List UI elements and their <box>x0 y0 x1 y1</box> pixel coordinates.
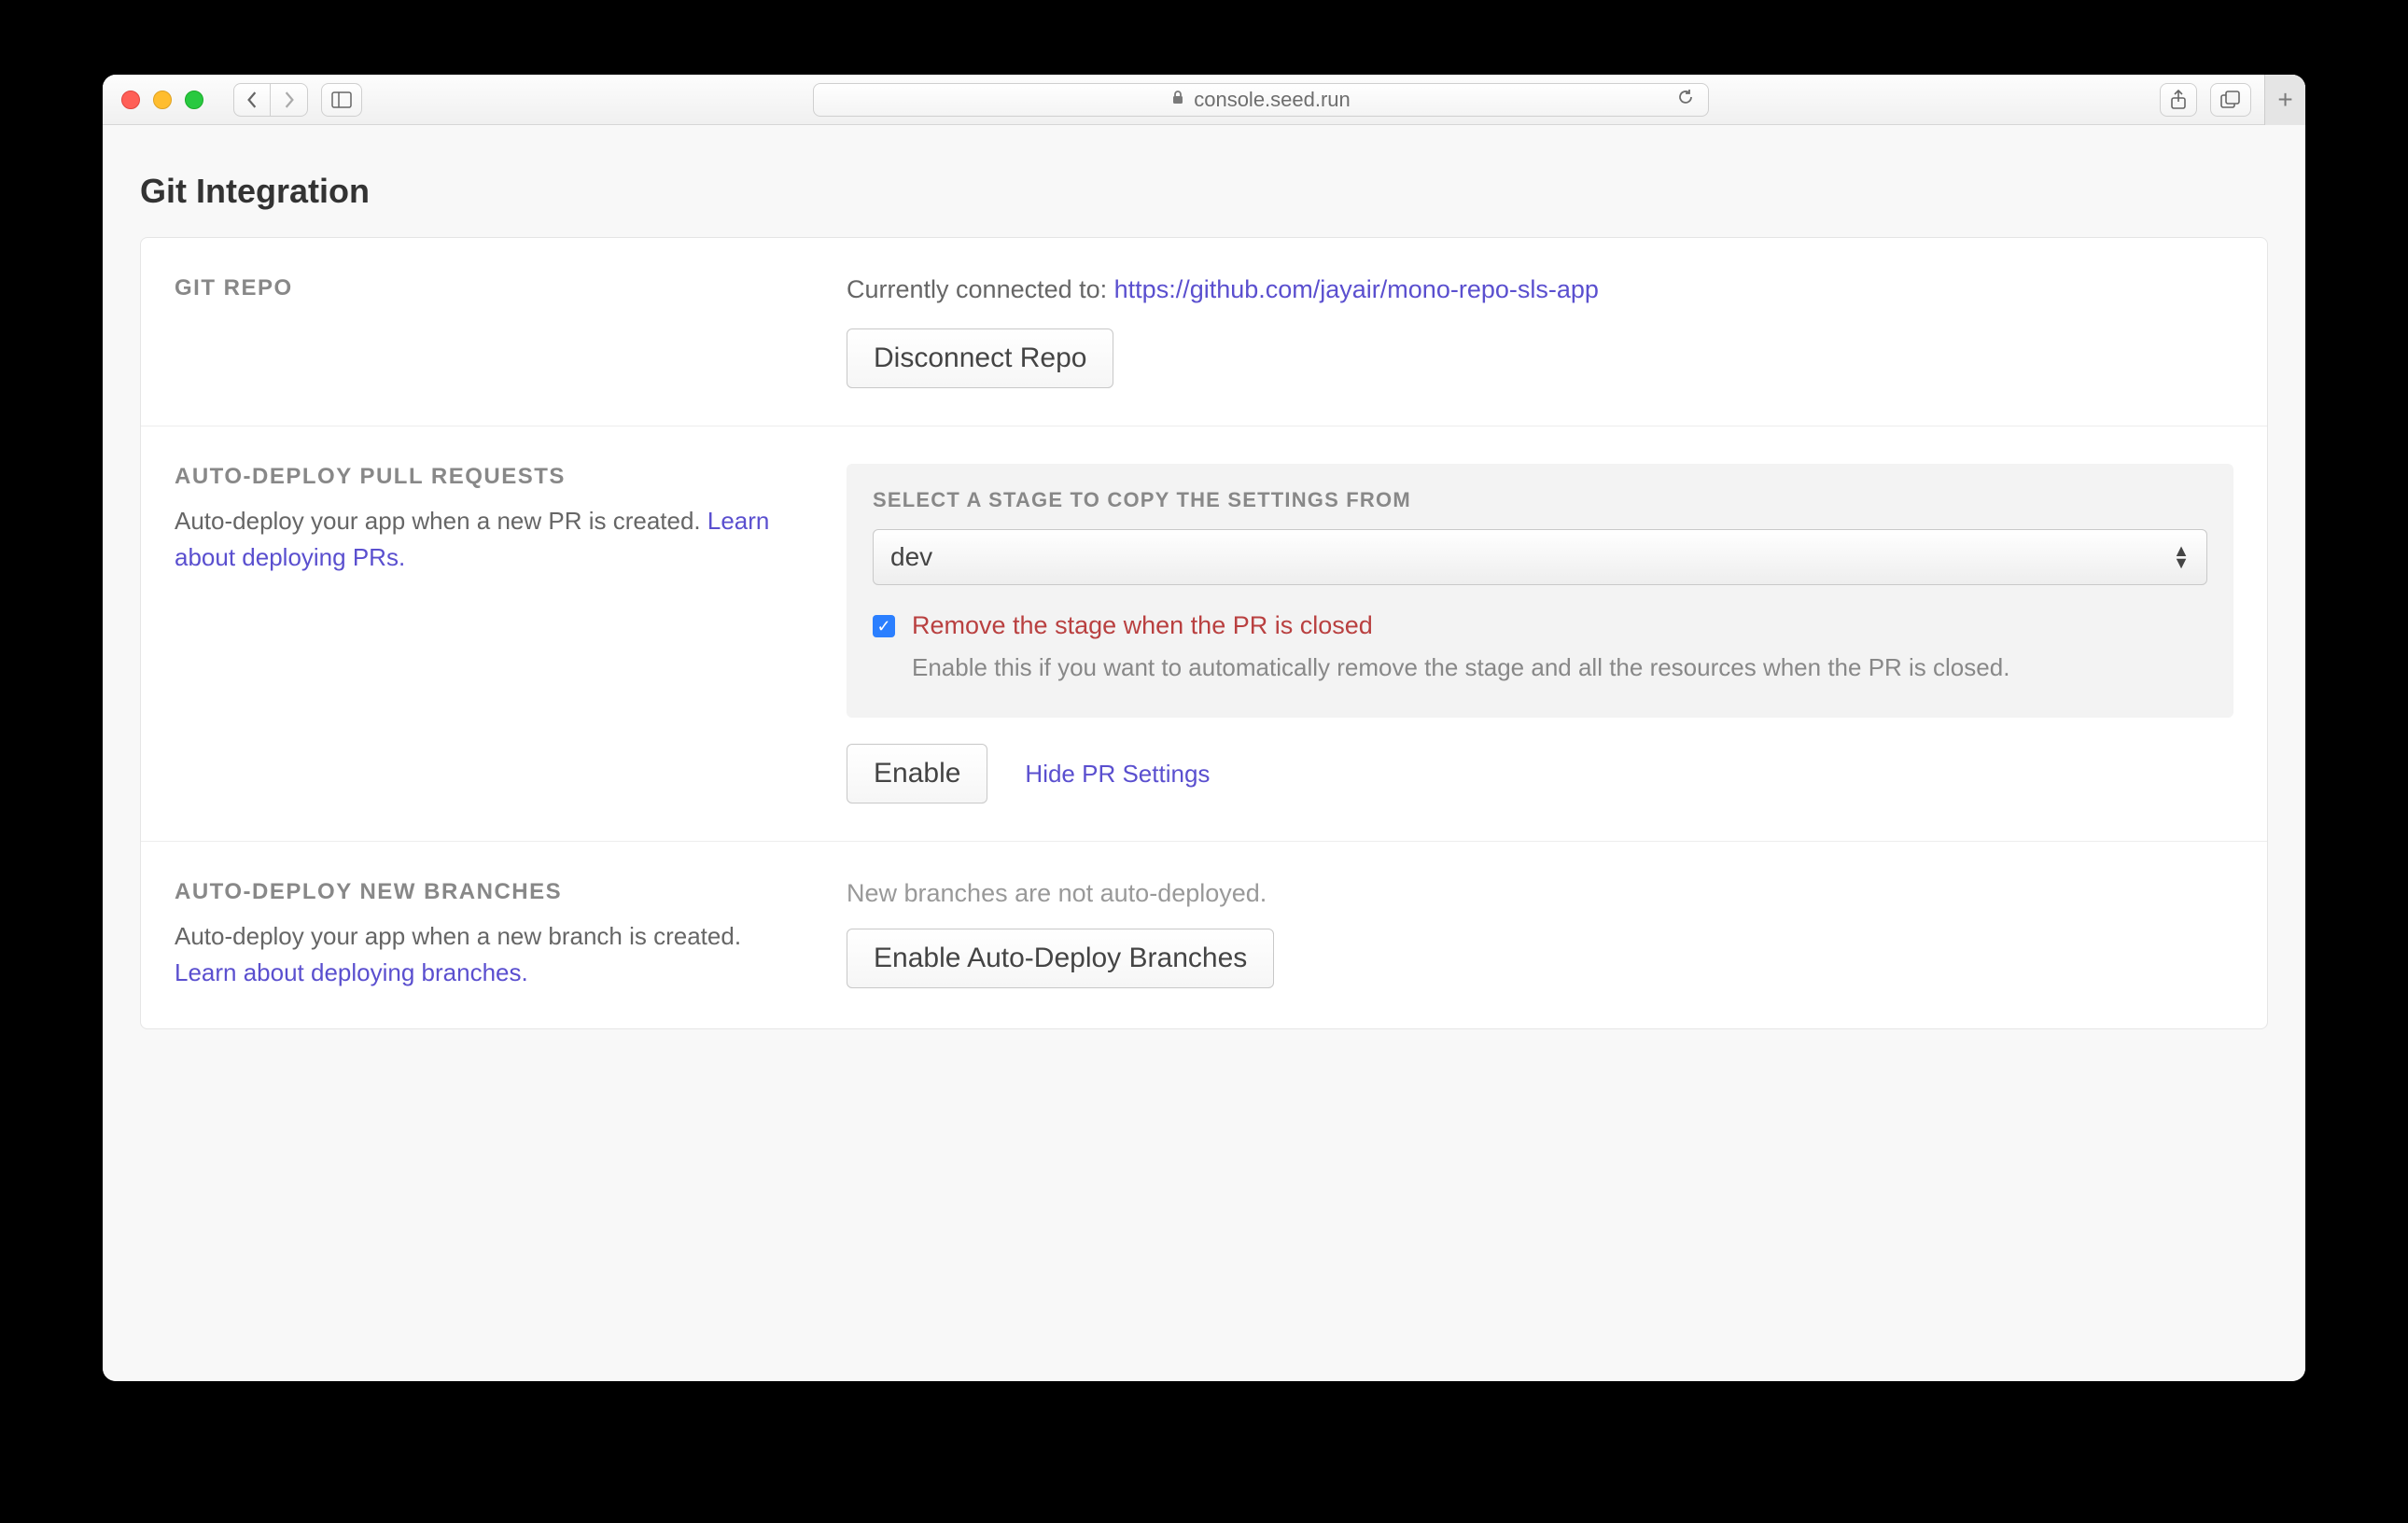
git-repo-label: GIT REPO <box>175 275 809 301</box>
remove-stage-checkbox[interactable]: ✓ <box>873 615 895 637</box>
branches-description: Auto-deploy your app when a new branch i… <box>175 918 809 991</box>
url-text: console.seed.run <box>1194 88 1351 112</box>
pr-label: AUTO-DEPLOY PULL REQUESTS <box>175 464 809 490</box>
remove-stage-title: Remove the stage when the PR is closed <box>912 611 2009 640</box>
minimize-icon[interactable] <box>153 91 172 109</box>
connected-text: Currently connected to: https://github.c… <box>847 275 2233 304</box>
branches-label: AUTO-DEPLOY NEW BRANCHES <box>175 879 809 905</box>
stage-select[interactable]: dev ▲▼ <box>873 529 2207 585</box>
settings-panel: GIT REPO Currently connected to: https:/… <box>140 237 2268 1029</box>
learn-branches-link[interactable]: Learn about deploying branches. <box>175 958 528 986</box>
branches-status: New branches are not auto-deployed. <box>847 879 2233 908</box>
maximize-icon[interactable] <box>185 91 203 109</box>
sidebar-toggle-button[interactable] <box>321 83 362 117</box>
forward-button[interactable] <box>271 83 308 117</box>
repo-link[interactable]: https://github.com/jayair/mono-repo-sls-… <box>1114 275 1599 303</box>
toolbar-right <box>2160 83 2251 117</box>
titlebar: console.seed.run + <box>103 75 2305 125</box>
remove-stage-desc: Enable this if you want to automatically… <box>912 650 2009 686</box>
tabs-button[interactable] <box>2210 83 2251 117</box>
share-button[interactable] <box>2160 83 2197 117</box>
nav-buttons <box>233 83 308 117</box>
remove-stage-checkbox-row: ✓ Remove the stage when the PR is closed… <box>873 611 2207 686</box>
enable-branches-button[interactable]: Enable Auto-Deploy Branches <box>847 929 1274 988</box>
git-repo-section: GIT REPO Currently connected to: https:/… <box>141 238 2267 426</box>
page-title: Git Integration <box>140 172 2268 211</box>
url-bar[interactable]: console.seed.run <box>813 83 1709 117</box>
back-button[interactable] <box>233 83 271 117</box>
hide-pr-settings-link[interactable]: Hide PR Settings <box>1025 760 1210 789</box>
pr-description: Auto-deploy your app when a new PR is cr… <box>175 503 809 576</box>
chevron-up-down-icon: ▲▼ <box>2173 545 2190 568</box>
auto-deploy-branches-section: AUTO-DEPLOY NEW BRANCHES Auto-deploy you… <box>141 841 2267 1028</box>
lock-icon <box>1171 90 1184 109</box>
connected-prefix: Currently connected to: <box>847 275 1114 303</box>
browser-window: console.seed.run + Git Integration GIT R… <box>103 75 2305 1381</box>
disconnect-repo-button[interactable]: Disconnect Repo <box>847 328 1113 388</box>
select-stage-label: SELECT A STAGE TO COPY THE SETTINGS FROM <box>873 488 2207 512</box>
stage-select-value: dev <box>890 542 932 572</box>
enable-pr-button[interactable]: Enable <box>847 744 987 803</box>
auto-deploy-pr-section: AUTO-DEPLOY PULL REQUESTS Auto-deploy yo… <box>141 426 2267 841</box>
pr-actions: Enable Hide PR Settings <box>847 744 2233 803</box>
refresh-icon[interactable] <box>1676 88 1695 112</box>
page-content: Git Integration GIT REPO Currently conne… <box>103 125 2305 1381</box>
window-controls <box>121 91 203 109</box>
close-icon[interactable] <box>121 91 140 109</box>
pr-settings-box: SELECT A STAGE TO COPY THE SETTINGS FROM… <box>847 464 2233 718</box>
